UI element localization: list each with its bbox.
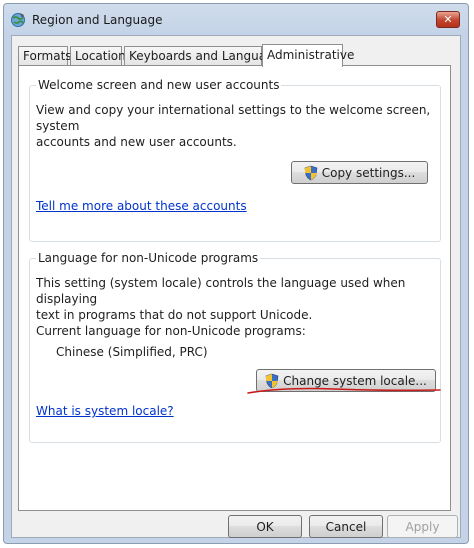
- non-unicode-group: Language for non-Unicode programs This s…: [29, 251, 441, 443]
- description-line: This setting (system locale) controls th…: [36, 276, 406, 306]
- copy-settings-button[interactable]: Copy settings...: [291, 161, 428, 184]
- tab-label: Location: [75, 49, 126, 63]
- dialog-client-area: Formats Location Keyboards and Languages…: [11, 35, 461, 538]
- title-bar[interactable]: Region and Language ✕: [4, 4, 468, 34]
- welcome-description: View and copy your international setting…: [36, 102, 436, 150]
- description-line: text in programs that do not support Uni…: [36, 308, 313, 322]
- group-title: Welcome screen and new user accounts: [36, 78, 282, 92]
- tab-label: Administrative: [267, 48, 355, 62]
- close-icon: ✕: [443, 13, 453, 26]
- apply-button[interactable]: Apply: [387, 515, 458, 538]
- current-language-value: Chinese (Simplified, PRC): [56, 345, 208, 359]
- tab-label: Formats: [23, 49, 72, 63]
- what-is-system-locale-link[interactable]: What is system locale?: [36, 403, 174, 419]
- button-label: OK: [256, 519, 274, 534]
- non-unicode-description: This setting (system locale) controls th…: [36, 275, 436, 323]
- tab-administrative[interactable]: Administrative: [262, 44, 354, 67]
- tab-location[interactable]: Location: [70, 46, 126, 66]
- description-line: View and copy your international setting…: [36, 103, 431, 133]
- button-label: Cancel: [325, 519, 367, 534]
- current-language-label: Current language for non-Unicode program…: [36, 324, 306, 338]
- button-label: Copy settings...: [321, 165, 416, 180]
- administrative-panel: Welcome screen and new user accounts Vie…: [18, 65, 451, 511]
- description-line: accounts and new user accounts.: [36, 135, 237, 149]
- close-button[interactable]: ✕: [436, 11, 460, 28]
- welcome-screen-group: Welcome screen and new user accounts Vie…: [29, 78, 441, 242]
- tab-keyboards-and-languages[interactable]: Keyboards and Languages: [124, 46, 287, 66]
- tell-me-more-link[interactable]: Tell me more about these accounts: [36, 198, 247, 214]
- group-title: Language for non-Unicode programs: [36, 251, 261, 265]
- globe-icon: [11, 13, 25, 27]
- uac-shield-icon: [304, 165, 318, 180]
- region-language-window: Region and Language ✕ Formats Location K…: [3, 3, 469, 544]
- cancel-button[interactable]: Cancel: [309, 515, 383, 538]
- red-underline-annotation: [247, 387, 441, 394]
- button-label: Apply: [405, 519, 440, 534]
- tab-formats[interactable]: Formats: [18, 46, 72, 66]
- ok-button[interactable]: OK: [228, 515, 302, 538]
- window-title: Region and Language: [32, 13, 163, 27]
